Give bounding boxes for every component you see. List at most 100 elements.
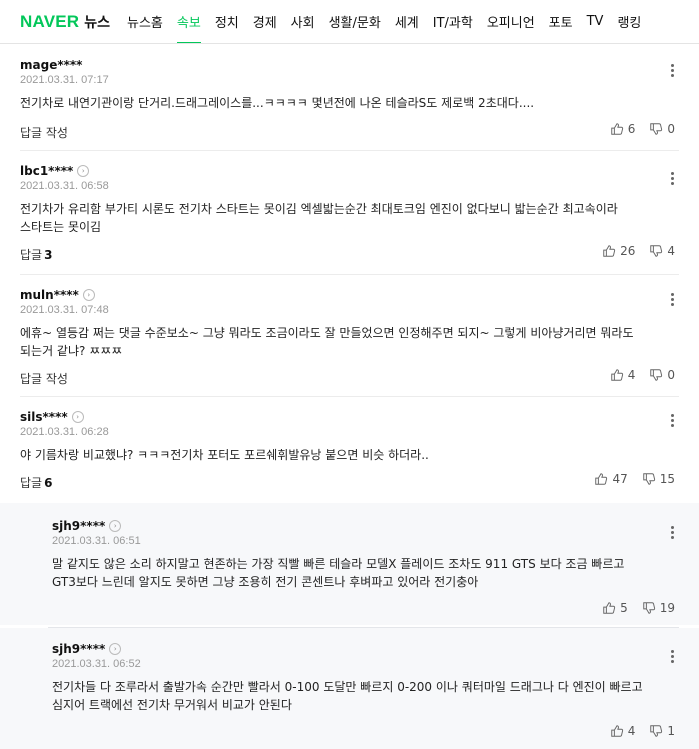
like-count: 26 [620,244,636,258]
comment-item: mage**** 2021.03.31. 07:17 전기차로 내연기관이랑 단… [0,58,699,142]
info-icon[interactable]: › [77,165,90,177]
comment-footer: 답글 작성 6 0 [20,122,699,142]
vote-group: 26 4 [588,244,675,258]
comment-date: 2021.03.31. 06:58 [20,180,109,192]
thumbs-up-icon [610,123,623,135]
like-count: 6 [627,122,636,136]
thumbs-down-icon [650,725,663,737]
dislike-count: 0 [667,122,675,136]
comment-text: 전기차가 유리함 부가티 시론도 전기차 스타트는 못이김 엑셀밟는순간 최대토… [20,202,618,234]
nav-item-news-home[interactable]: 뉴스홈 [127,0,163,43]
comment-footer: 답글 3 26 4 [20,244,699,264]
dislike-button[interactable]: 0 [649,122,675,136]
info-icon[interactable]: › [109,643,122,655]
dislike-button[interactable]: 4 [649,244,675,258]
comment-item: sils**** › 2021.03.31. 06:28 야 기름차랑 비교했냐… [0,410,699,492]
comment-author[interactable]: sils**** [20,410,68,424]
dislike-button[interactable]: 1 [649,724,675,738]
vote-group: 4 1 [596,724,675,738]
more-options-icon[interactable] [671,414,675,429]
nav-item-breaking[interactable]: 속보 [176,0,201,43]
dislike-button[interactable]: 19 [642,601,675,615]
naver-logo[interactable]: NAVER [20,12,79,32]
dislike-count: 15 [659,472,675,486]
like-button[interactable]: 4 [610,368,636,382]
vote-group: 47 15 [580,472,675,486]
dislike-button[interactable]: 0 [649,368,675,382]
comment-author[interactable]: mage**** [20,58,82,72]
vote-group: 6 0 [596,122,675,136]
dislike-count: 19 [659,601,675,615]
thumbs-down-icon [642,602,655,614]
more-options-icon[interactable] [671,526,675,541]
nav-item-ranking[interactable]: 랭킹 [617,0,641,43]
thumbs-up-icon [603,245,616,257]
like-count: 47 [612,472,628,486]
reply-text: 전기차들 다 조루라서 출발가속 순간만 빨라서 0-100 도달만 빠르지 0… [52,680,643,712]
comment-author[interactable]: lbc1**** [20,164,73,178]
like-button[interactable]: 4 [610,724,636,738]
like-button[interactable]: 5 [602,601,628,615]
reply-count: 6 [44,476,53,490]
reply-button[interactable]: 답글 6 [20,474,52,491]
like-count: 4 [627,368,636,382]
reply-author[interactable]: sjh9**** [52,519,105,533]
more-options-icon[interactable] [671,293,675,308]
thumbs-up-icon [610,369,623,381]
nav-item-politics[interactable]: 정치 [215,0,239,43]
dislike-count: 4 [667,244,675,258]
reply-date: 2021.03.31. 06:52 [52,658,141,670]
top-nav: NAVER 뉴스 뉴스홈 속보 정치 경제 사회 생활/문화 세계 IT/과학 … [0,0,699,44]
more-options-icon[interactable] [671,64,675,79]
reply-date: 2021.03.31. 06:51 [52,535,141,547]
nav-item-it-science[interactable]: IT/과학 [433,0,473,43]
like-button[interactable]: 6 [610,122,636,136]
thumbs-up-icon [603,602,616,614]
reply-button[interactable]: 답글 3 [20,246,52,263]
reply-button[interactable]: 답글 작성 [20,124,68,141]
nav-item-society[interactable]: 사회 [291,0,315,43]
comment-author[interactable]: muln**** [20,288,79,302]
reply-item: sjh9**** › 2021.03.31. 06:51 말 같지도 않은 소리… [0,503,699,625]
like-count: 5 [620,601,628,615]
reply-count: 3 [44,248,53,262]
comment-date: 2021.03.31. 07:48 [20,304,109,316]
thumbs-down-icon [650,123,663,135]
nav-item-life-culture[interactable]: 생활/문화 [329,0,381,43]
news-logo-label[interactable]: 뉴스 [84,12,110,32]
comment-footer: 답글 작성 4 0 [20,368,699,388]
dislike-count: 0 [667,368,675,382]
dislike-button[interactable]: 15 [642,472,675,486]
reply-author[interactable]: sjh9**** [52,642,105,656]
info-icon[interactable]: › [82,289,95,301]
nav-item-photo[interactable]: 포토 [549,0,573,43]
comment-footer: 답글 6 47 15 [20,472,699,492]
like-count: 4 [627,724,636,738]
comment-item: lbc1**** › 2021.03.31. 06:58 전기차가 유리함 부가… [0,164,699,264]
thumbs-up-icon [610,725,623,737]
reply-footer: 5 19 [52,601,699,621]
like-button[interactable]: 47 [594,472,628,486]
nav-item-tv[interactable]: TV [587,1,604,42]
reply-button[interactable]: 답글 작성 [20,370,68,387]
divider [20,396,679,397]
divider [20,150,679,151]
vote-group: 4 0 [596,368,675,382]
thumbs-down-icon [642,473,655,485]
nav-item-world[interactable]: 세계 [395,0,419,43]
reply-footer: 4 1 [52,724,699,744]
nav-item-economy[interactable]: 경제 [253,0,277,43]
more-options-icon[interactable] [671,172,675,187]
divider [20,274,679,275]
reply-text: 말 같지도 않은 소리 하지말고 현존하는 가장 직빨 빠른 테슬라 모델X 플… [52,557,625,589]
comment-date: 2021.03.31. 07:17 [20,74,109,86]
info-icon[interactable]: › [71,411,84,423]
more-options-icon[interactable] [671,650,675,665]
reply-item: sjh9**** › 2021.03.31. 06:52 전기차들 다 조루라서… [0,628,699,749]
info-icon[interactable]: › [109,520,122,532]
thumbs-down-icon [650,369,663,381]
nav-item-opinion[interactable]: 오피니언 [487,0,535,43]
thumbs-down-icon [650,245,663,257]
comment-date: 2021.03.31. 06:28 [20,426,109,438]
like-button[interactable]: 26 [602,244,635,258]
